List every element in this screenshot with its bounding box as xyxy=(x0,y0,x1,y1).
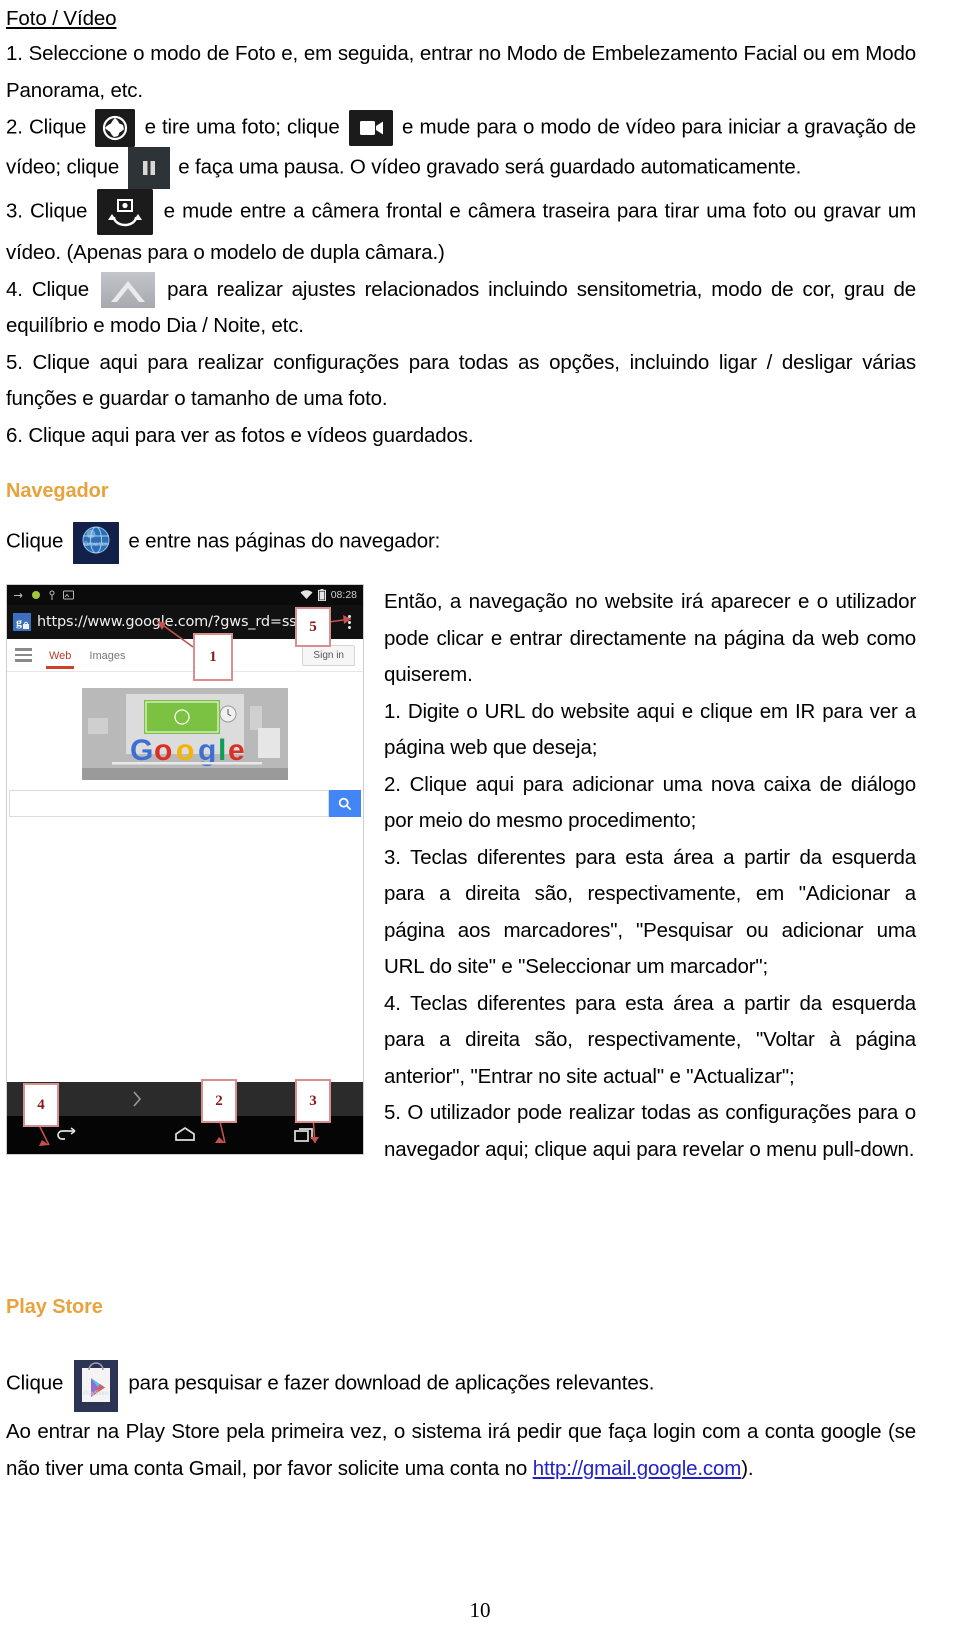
svg-text:g: g xyxy=(16,615,22,629)
location-icon xyxy=(49,590,55,600)
search-input[interactable] xyxy=(9,790,329,818)
browser-paragraph-2: 2. Clique aqui para adicionar uma nova c… xyxy=(384,772,916,833)
tab-web[interactable]: Web xyxy=(45,644,75,669)
photo-video-item-6: 6. Clique aqui para ver as fotos e vídeo… xyxy=(6,423,474,447)
shutter-icon xyxy=(95,109,136,147)
browser-paragraph-4: 4. Teclas diferentes para esta área a pa… xyxy=(384,991,916,1088)
play-store-text-a: Clique xyxy=(6,1371,64,1395)
phone-screenshot: 08:28 g https://www.google.com/?gws_rd=s… xyxy=(6,584,364,1156)
browser-intro-line: Clique Browser e entre nas páginas do na… xyxy=(6,522,916,565)
item2-text-d: e faça uma pausa. O vídeo gravado será g… xyxy=(178,155,802,179)
callout-3: 3 xyxy=(295,1079,331,1124)
document-page: Foto / Vídeo 1. Seleccione o modo de Fot… xyxy=(0,0,960,1651)
play-store-text-b: para pesquisar e fazer download de aplic… xyxy=(128,1371,655,1395)
callout-5: 5 xyxy=(295,607,331,648)
forward-chevron-icon[interactable] xyxy=(130,1089,144,1109)
video-camera-icon xyxy=(348,110,393,146)
play-store-line-2: Ao entrar na Play Store pela primeira ve… xyxy=(6,1414,916,1487)
browser-illustration-block: 08:28 g https://www.google.com/?gws_rd=s… xyxy=(6,584,916,1168)
wifi-icon xyxy=(300,590,313,600)
item3-text-a: 3. Clique xyxy=(6,199,88,223)
overflow-menu-icon[interactable] xyxy=(341,611,357,633)
photo-video-item-3: 3. Clique e mude entre a câmera frontal … xyxy=(6,189,916,272)
android-icon xyxy=(32,590,40,599)
item2-text-b: e tire uma foto; clique xyxy=(144,115,340,139)
android-home-icon[interactable] xyxy=(172,1125,198,1145)
google-doodle-image: G o o g l e xyxy=(82,688,288,781)
page-blank-area xyxy=(7,817,363,1083)
android-back-icon[interactable] xyxy=(53,1125,79,1145)
section-heading-browser: Navegador xyxy=(6,480,109,503)
chevron-up-icon xyxy=(101,272,156,309)
url-text: https://www.google.com/?gws_rd=ssl xyxy=(37,614,301,631)
browser-right-text-column: Então, a navegação no website irá aparec… xyxy=(384,584,916,1168)
android-status-bar: 08:28 xyxy=(7,585,363,606)
tab-images[interactable]: Images xyxy=(88,644,126,667)
status-right-group: 08:28 xyxy=(300,589,357,601)
google-search-row xyxy=(7,790,363,818)
browser-paragraph-5: 5. O utilizador pode realizar todas as c… xyxy=(384,1101,916,1161)
browser-paragraph-1: 1. Digite o URL do website aqui e clique… xyxy=(384,699,916,760)
play-store-block: Clique PlayStore para pesquisar e fazer … xyxy=(6,1360,916,1487)
item2-text-a: 2. Clique xyxy=(6,115,87,139)
hamburger-menu-icon[interactable] xyxy=(15,648,32,662)
photo-video-item-5: 5. Clique aqui para realizar configuraçõ… xyxy=(6,350,916,411)
browser-paragraph-3: 3. Teclas diferentes para esta área a pa… xyxy=(384,845,916,979)
camera-switch-icon xyxy=(97,189,154,235)
callout-1: 1 xyxy=(193,633,233,682)
status-left-icons xyxy=(13,590,74,601)
callout-2: 2 xyxy=(201,1079,237,1124)
photo-video-item-2: 2. Clique e tire uma foto; clique e mude… xyxy=(6,109,916,189)
battery-icon xyxy=(317,589,326,601)
play-store-app-icon: PlayStore xyxy=(73,1360,118,1412)
sign-in-button[interactable]: Sign in xyxy=(302,644,355,666)
browser-intro-a: Clique xyxy=(6,529,64,553)
screenshot-icon xyxy=(63,590,74,600)
section-heading-play-store: Play Store xyxy=(6,1296,103,1318)
photo-video-item-1: 1. Seleccione o modo de Foto e, em segui… xyxy=(6,42,916,102)
play-store-login-text: Ao entrar na Play Store pela primeira ve… xyxy=(6,1420,916,1480)
browser-paragraph-0: Então, a navegação no website irá aparec… xyxy=(384,590,916,687)
play-store-line-1: Clique PlayStore para pesquisar e fazer … xyxy=(6,1360,916,1412)
page-number: 10 xyxy=(469,1598,491,1622)
browser-intro-b: e entre nas páginas do navegador: xyxy=(128,529,441,553)
callout-4: 4 xyxy=(23,1083,59,1128)
play-store-icon-label: PlayStore xyxy=(83,1390,109,1397)
browser-icon-label: Browser xyxy=(84,541,108,548)
pause-icon xyxy=(127,147,170,189)
google-doodle-area: G o o g l e xyxy=(7,672,363,791)
browser-app-icon: Browser xyxy=(72,522,119,565)
status-clock: 08:28 xyxy=(330,589,357,602)
photo-video-item-4: 4. Clique para realizar ajustes relacion… xyxy=(6,272,916,345)
gmail-link[interactable]: http://gmail.google.com xyxy=(533,1457,742,1480)
site-favicon-lock-icon: g xyxy=(13,613,31,632)
search-icon xyxy=(338,797,352,810)
section-heading-photo-video: Foto / Vídeo xyxy=(6,7,117,30)
play-store-login-text-end: ). xyxy=(741,1456,754,1480)
page-content: Foto / Vídeo 1. Seleccione o modo de Fot… xyxy=(6,0,916,1480)
android-recents-icon[interactable] xyxy=(291,1125,317,1145)
usb-icon xyxy=(14,592,23,598)
search-button[interactable] xyxy=(329,790,361,818)
item4-text-a: 4. Clique xyxy=(6,277,90,301)
